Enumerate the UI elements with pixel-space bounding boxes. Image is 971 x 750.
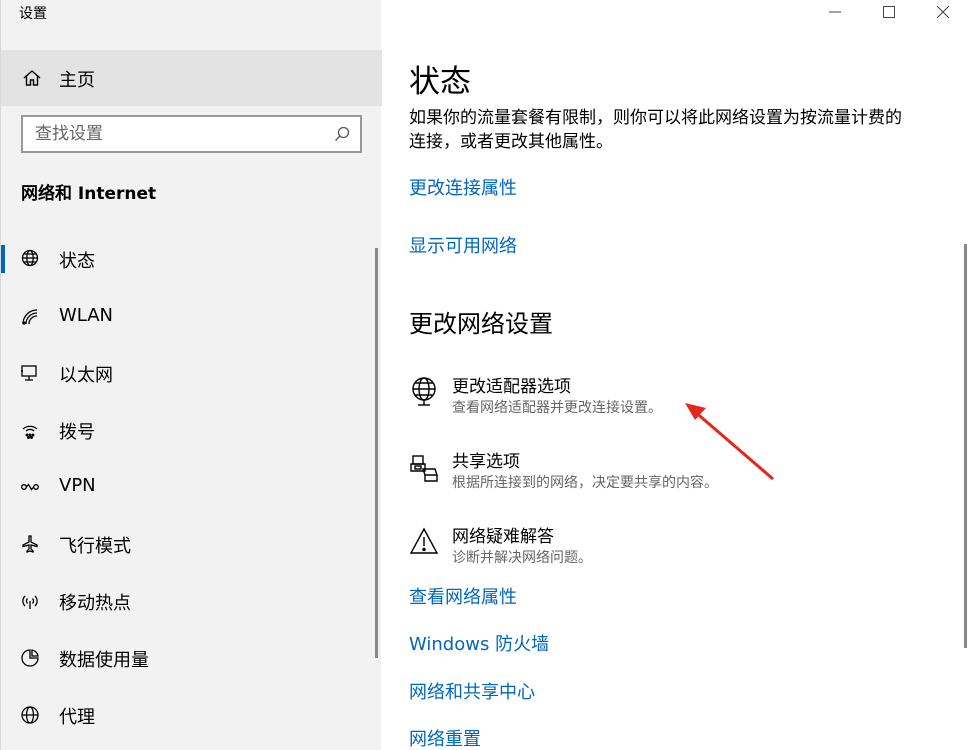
link-windows-firewall[interactable]: Windows 防火墙	[409, 630, 549, 656]
change-network-settings-header: 更改网络设置	[409, 310, 553, 338]
page-title: 状态	[409, 64, 471, 100]
sidebar-item-data-usage[interactable]: 数据使用量	[1, 634, 382, 682]
sidebar-item-wlan[interactable]: WLAN	[1, 293, 382, 341]
sidebar-item-label: 拨号	[59, 422, 95, 443]
sidebar-scrollbar[interactable]	[375, 248, 378, 658]
ethernet-icon	[20, 363, 40, 383]
option-troubleshoot-title: 网络疑难解答	[452, 527, 554, 547]
link-network-reset[interactable]: 网络重置	[409, 725, 481, 750]
home-icon	[22, 68, 42, 88]
wifi-icon	[20, 307, 40, 327]
search-input[interactable]	[35, 123, 325, 145]
hotspot-icon	[20, 591, 40, 611]
dialup-icon	[20, 420, 40, 440]
search-icon[interactable]	[334, 126, 350, 142]
sidebar: 设置 主页 网络和 Internet	[0, 0, 382, 750]
settings-window: 设置 主页 网络和 Internet	[0, 0, 971, 750]
sidebar-item-label: 状态	[59, 251, 95, 272]
app-title: 设置	[19, 6, 47, 22]
sidebar-item-ethernet[interactable]: 以太网	[1, 349, 382, 397]
sidebar-item-label: 移动热点	[59, 593, 131, 614]
warning-icon	[409, 526, 439, 558]
sidebar-item-dialup[interactable]: 拨号	[1, 406, 382, 454]
option-adapter-title: 更改适配器选项	[452, 377, 571, 397]
option-sharing[interactable]: 共享选项 根据所连接到的网络，决定要共享的内容。	[409, 447, 949, 499]
globe-status-icon	[20, 249, 40, 269]
link-show-available-networks[interactable]: 显示可用网络	[409, 232, 517, 258]
sidebar-item-label: 代理	[59, 707, 95, 728]
sidebar-item-airplane[interactable]: 飞行模式	[1, 520, 382, 568]
link-network-sharing-center[interactable]: 网络和共享中心	[409, 678, 535, 704]
option-sharing-title: 共享选项	[452, 452, 520, 472]
sidebar-item-label: WLAN	[59, 305, 114, 326]
data-usage-icon	[20, 648, 40, 668]
link-change-connection-properties[interactable]: 更改连接属性	[409, 174, 517, 200]
sidebar-home[interactable]: 主页	[1, 50, 382, 106]
sidebar-item-vpn[interactable]: VPN	[1, 463, 382, 511]
search-box[interactable]	[21, 115, 362, 153]
sidebar-home-label: 主页	[59, 70, 95, 91]
proxy-globe-icon	[20, 705, 40, 725]
option-troubleshoot[interactable]: 网络疑难解答 诊断并解决网络问题。	[409, 522, 949, 574]
vpn-icon	[20, 477, 40, 497]
sidebar-item-label: 飞行模式	[59, 536, 131, 557]
annotation-arrow-icon	[685, 403, 774, 481]
main-content: 状态 如果你的流量套餐有限制，则你可以将此网络设置为按流量计费的连接，或者更改其…	[381, 0, 971, 750]
status-description: 如果你的流量套餐有限制，则你可以将此网络设置为按流量计费的连接，或者更改其他属性…	[409, 108, 902, 152]
sidebar-item-proxy[interactable]: 代理	[1, 691, 382, 739]
airplane-icon	[20, 534, 40, 554]
sharing-icon	[409, 451, 439, 483]
option-troubleshoot-subtitle: 诊断并解决网络问题。	[452, 550, 592, 566]
main-scrollbar[interactable]	[964, 244, 967, 648]
sidebar-item-status[interactable]: 状态	[1, 235, 382, 283]
option-adapter-subtitle: 查看网络适配器并更改连接设置。	[452, 400, 662, 416]
adapter-globe-icon	[409, 376, 439, 408]
sidebar-item-label: 以太网	[59, 365, 113, 386]
option-adapter[interactable]: 更改适配器选项 查看网络适配器并更改连接设置。	[409, 372, 949, 424]
sidebar-item-label: 数据使用量	[59, 650, 149, 671]
option-sharing-subtitle: 根据所连接到的网络，决定要共享的内容。	[452, 475, 718, 491]
sidebar-item-label: VPN	[59, 475, 96, 496]
section-title: 网络和 Internet	[21, 184, 157, 204]
link-view-network-properties[interactable]: 查看网络属性	[409, 583, 517, 609]
sidebar-item-hotspot[interactable]: 移动热点	[1, 577, 382, 625]
